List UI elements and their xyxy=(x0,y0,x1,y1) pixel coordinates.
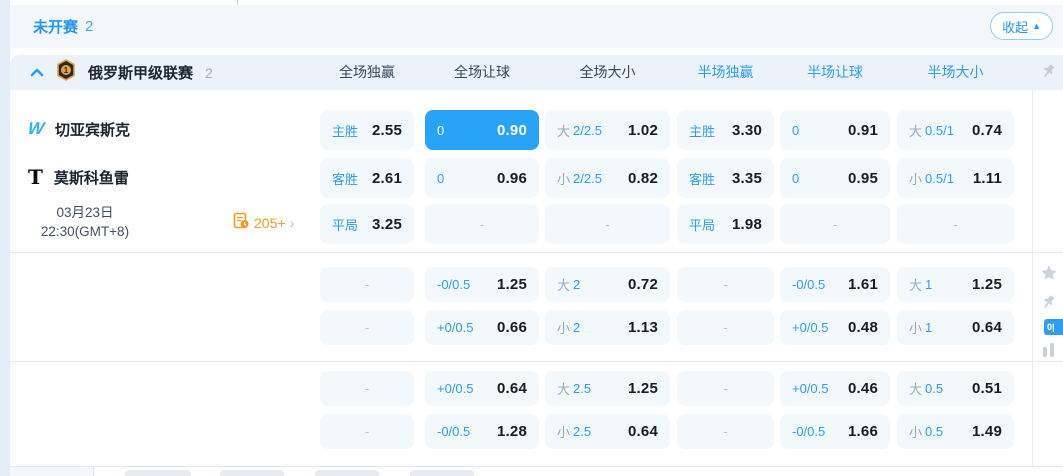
odds-ht-under-alt2[interactable]: 小 0.5 1.49 xyxy=(897,414,1014,449)
away-team-logo: T xyxy=(28,165,43,189)
odds-ft-handicap-alt2-home[interactable]: +0/0.5 0.64 xyxy=(425,371,539,406)
odds-ft-handicap-alt-home[interactable]: -0/0.5 1.25 xyxy=(425,267,539,302)
league-logo-icon: 1 xyxy=(56,59,76,86)
match-date: 03月23日 xyxy=(56,205,114,220)
collapse-arrow-icon: ▲ xyxy=(1032,20,1041,31)
odds-ft-1x2-draw[interactable]: 平局 3.25 xyxy=(320,204,414,244)
odds-ht-over-alt[interactable]: 大1 1.25 xyxy=(897,267,1014,302)
odds-ht-handicap-away[interactable]: 0 0.95 xyxy=(780,158,890,198)
odds-ft-handicap-alt-away[interactable]: +0/0.5 0.66 xyxy=(425,310,539,345)
markets-list-icon xyxy=(233,212,250,234)
rail-divider xyxy=(1032,90,1033,466)
collapse-label: 收起 xyxy=(1002,19,1029,35)
section-divider xyxy=(10,361,1063,362)
odds-ht-under-alt[interactable]: 小1 0.64 xyxy=(897,310,1014,345)
loading-pill xyxy=(220,470,284,476)
odds-empty-cell: - xyxy=(320,267,414,302)
odds-ht-handicap-alt2-away[interactable]: -0/0.5 1.66 xyxy=(780,414,890,449)
odds-empty-cell: - xyxy=(320,310,414,345)
betting-screen: 未开赛 2 收起 ▲ 1 俄罗斯甲级联赛 2 全场独赢 全场让球 全场大小 半场… xyxy=(0,0,1063,476)
next-row-left-cell xyxy=(10,467,93,476)
column-header-ht-handicap: 半场让球 xyxy=(807,64,863,80)
markets-count: 205+ xyxy=(254,215,286,231)
chevron-right-icon: › xyxy=(289,214,295,232)
odds-ht-handicap-alt-away[interactable]: +0/0.5 0.48 xyxy=(780,310,890,345)
odds-empty-cell: - xyxy=(425,204,539,244)
svg-text:1: 1 xyxy=(64,66,69,75)
odds-ht-handicap-alt2-home[interactable]: +0/0.5 0.46 xyxy=(780,371,890,406)
odds-ft-under[interactable]: 小 2/2.5 0.82 xyxy=(545,158,670,198)
match-datetime: 03月23日 22:30(GMT+8) xyxy=(14,203,156,241)
odds-ht-over[interactable]: 大 0.5/1 0.74 xyxy=(897,110,1014,150)
loading-pill xyxy=(125,470,191,476)
odds-ft-handicap-away[interactable]: 0 0.96 xyxy=(425,158,539,198)
odds-ft-handicap-alt2-away[interactable]: -0/0.5 1.28 xyxy=(425,414,539,449)
odds-empty-cell: - xyxy=(320,371,414,406)
chevron-up-icon[interactable] xyxy=(30,64,44,82)
odds-empty-cell: - xyxy=(677,371,774,406)
odds-empty-cell: - xyxy=(897,204,1014,244)
away-team[interactable]: T 莫斯科鱼雷 xyxy=(28,163,129,191)
odds-ft-1x2-home[interactable]: 主胜 2.55 xyxy=(320,110,414,150)
pushpin-icon[interactable] xyxy=(1040,294,1057,316)
loading-pill xyxy=(410,470,474,476)
odds-ft-over-alt2[interactable]: 大 2.5 1.25 xyxy=(545,371,670,406)
odds-ht-handicap-alt-home[interactable]: -0/0.5 1.61 xyxy=(780,267,890,302)
odds-ft-1x2-away[interactable]: 客胜 2.61 xyxy=(320,158,414,198)
odds-ht-1x2-home[interactable]: 主胜 3.30 xyxy=(677,110,774,150)
home-team-name: 切亚宾斯克 xyxy=(55,121,131,139)
section-divider xyxy=(10,252,1063,253)
section-count: 2 xyxy=(85,18,94,35)
odds-ft-under-alt2[interactable]: 小 2.5 0.64 xyxy=(545,414,670,449)
column-header-ht-1x2: 半场独赢 xyxy=(697,64,754,80)
odds-ht-over-alt2[interactable]: 大 0.5 0.51 xyxy=(897,371,1014,406)
odds-ft-over[interactable]: 大 2/2.5 1.02 xyxy=(545,110,670,150)
column-header-ft-ou: 全场大小 xyxy=(579,64,636,80)
away-team-name: 莫斯科鱼雷 xyxy=(53,169,129,187)
odds-empty-cell: - xyxy=(677,414,774,449)
odds-ht-under[interactable]: 小 0.5/1 1.11 xyxy=(897,158,1014,198)
odds-ft-handicap-home-selected[interactable]: 0 0.90 xyxy=(425,110,539,150)
odds-ft-under-alt[interactable]: 小2 1.13 xyxy=(545,310,670,345)
section-divider xyxy=(10,466,1063,467)
page-left-gutter xyxy=(0,0,10,476)
league-match-count: 2 xyxy=(205,64,213,81)
match-time: 22:30(GMT+8) xyxy=(40,224,130,239)
pushpin-icon[interactable] xyxy=(1040,63,1057,85)
odds-empty-cell: - xyxy=(320,414,414,449)
odds-empty-cell: - xyxy=(545,204,670,244)
star-icon[interactable] xyxy=(1040,264,1058,287)
collapse-button[interactable]: 收起 ▲ xyxy=(990,12,1053,40)
odds-format-badge[interactable]: 0| xyxy=(1044,319,1063,335)
odds-ft-over-alt[interactable]: 大2 0.72 xyxy=(545,267,670,302)
column-header-ft-1x2: 全场独赢 xyxy=(339,64,395,80)
odds-empty-cell: - xyxy=(677,310,774,345)
odds-ht-1x2-draw[interactable]: 平局 1.98 xyxy=(677,204,774,244)
more-markets-link[interactable]: 205+ › xyxy=(233,212,295,234)
league-toggle[interactable]: 1 俄罗斯甲级联赛 2 xyxy=(30,55,213,90)
odds-empty-cell: - xyxy=(677,267,774,302)
home-team[interactable]: W 切亚宾斯克 xyxy=(26,115,131,143)
loading-pill xyxy=(315,470,379,476)
odds-empty-cell: - xyxy=(780,204,890,244)
odds-ht-1x2-away[interactable]: 客胜 3.35 xyxy=(677,158,774,198)
section-bar-not-started: 未开赛 2 xyxy=(10,5,1063,48)
odds-ht-handicap-home[interactable]: 0 0.91 xyxy=(780,110,890,150)
league-name: 俄罗斯甲级联赛 xyxy=(88,65,194,82)
column-header-ht-ou: 半场大小 xyxy=(927,64,984,80)
home-team-logo: W xyxy=(26,119,46,138)
next-row-divider xyxy=(93,467,94,476)
bar-chart-icon[interactable] xyxy=(1042,342,1056,363)
column-header-ft-handicap: 全场让球 xyxy=(454,64,510,80)
section-title: 未开赛 xyxy=(33,19,79,36)
